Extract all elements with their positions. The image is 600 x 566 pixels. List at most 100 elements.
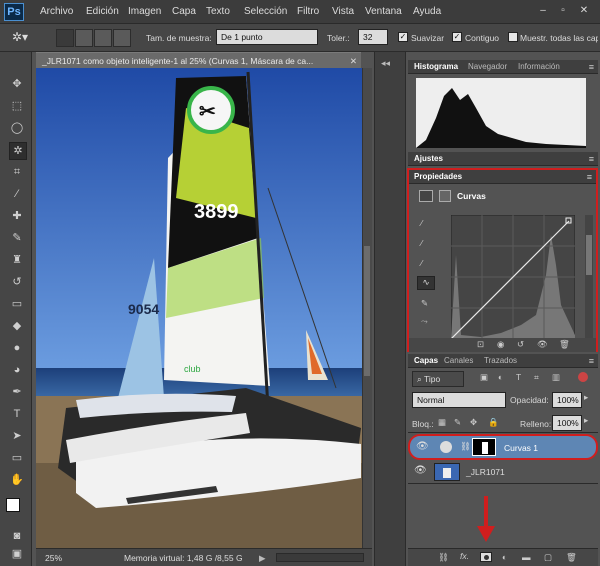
path-select-icon[interactable]: ➤ [9,428,25,444]
lock-paint-icon[interactable]: ✎ [454,417,461,428]
intersect-selection-icon[interactable] [113,29,131,47]
tab-paths[interactable]: Trazados [484,356,517,365]
filter-toggle-icon[interactable] [578,372,588,382]
opacity-dropdown-icon[interactable]: ▸ [584,392,588,403]
new-layer-icon[interactable]: ▢ [544,552,552,563]
menu-filtro[interactable]: Filtro [297,6,319,17]
trash-icon[interactable]: 🗑 [566,552,577,563]
pen-tool-icon[interactable]: ✒ [9,384,25,400]
tab-channels[interactable]: Canales [444,356,473,365]
filter-adjustment-icon[interactable]: ◐ [498,372,503,382]
fill-dropdown-icon[interactable]: ▸ [584,415,588,426]
eye-icon[interactable]: 👁 [414,465,427,476]
filter-shape-icon[interactable]: ⌗ [534,372,539,383]
clip-icon[interactable]: ⊡ [477,339,484,350]
sample-size-select[interactable]: De 1 punto [216,29,318,45]
history-brush-icon[interactable]: ↺ [9,274,25,290]
layer-row-curves[interactable]: 👁 ⛓ Curvas 1 [408,434,598,460]
tab-info[interactable]: Información [518,62,560,71]
eyedropper-tool-icon[interactable]: ⁄ [9,186,25,202]
reset-icon[interactable]: ↺ [517,339,524,350]
layer-row-background[interactable]: 👁 _JLR1071 [408,460,598,484]
fx-icon[interactable]: fx. [460,551,469,561]
link-icon[interactable]: ⛓ [460,441,471,452]
eraser-tool-icon[interactable]: ▭ [9,296,25,312]
panel-menu-icon[interactable]: ≡ [589,62,594,72]
new-adjustment-icon[interactable]: ◐ [502,552,507,562]
brush-tool-icon[interactable]: ✎ [9,230,25,246]
curves-graph[interactable] [451,215,575,339]
filter-type-icon[interactable]: T [516,372,521,382]
panel-menu-icon[interactable]: ≡ [589,154,594,164]
type-tool-icon[interactable]: T [9,406,25,422]
eye-icon[interactable]: 👁 [416,441,429,452]
vertical-scroll-thumb[interactable] [364,246,370,376]
lock-position-icon[interactable]: ✥ [470,417,477,428]
document-canvas[interactable]: 9054 ✂ 3899 club [36,68,362,548]
eyedropper-white-icon[interactable]: ⁄ [421,258,422,268]
layer-thumbnail[interactable] [434,463,460,481]
antialias-checkbox[interactable]: ✓ [398,32,408,42]
healing-brush-icon[interactable]: ✚ [9,208,25,224]
filter-smart-icon[interactable]: ▥ [552,372,560,383]
new-group-icon[interactable]: ▬ [522,552,531,562]
panel-menu-icon[interactable]: ≡ [587,172,592,182]
document-tab[interactable]: _JLR1071 como objeto inteligente-1 al 25… [36,52,361,68]
screen-mode-icon[interactable]: ▣ [9,546,25,562]
contiguous-checkbox[interactable]: ✓ [452,32,462,42]
tab-histogram[interactable]: Histograma [414,62,458,71]
eyedropper-black-icon[interactable]: ⁄ [421,218,422,228]
opacity-input[interactable]: 100% [552,392,582,408]
lock-all-icon[interactable]: 🔒 [488,417,499,428]
hand-tool-icon[interactable]: ✋ [9,472,25,488]
new-selection-icon[interactable] [56,29,74,47]
magic-wand-tool-icon[interactable]: ✲ [9,142,27,160]
clone-stamp-icon[interactable]: ♜ [9,252,25,268]
foreground-color-swatch[interactable] [6,498,20,512]
lasso-tool-icon[interactable]: ◯ [9,120,25,136]
tab-navigator[interactable]: Navegador [468,62,507,71]
minimize-icon[interactable]: – [536,4,550,18]
add-selection-icon[interactable] [75,29,93,47]
close-icon[interactable]: ✕ [577,4,591,18]
curve-point-tool-icon[interactable]: ∿ [417,276,435,290]
shape-tool-icon[interactable]: ▭ [9,450,25,466]
crop-tool-icon[interactable]: ⌗ [9,164,25,180]
filter-kind-select[interactable]: ⌕ Tipo [412,371,464,387]
menu-vista[interactable]: Vista [332,6,354,17]
properties-scrollbar[interactable] [585,215,593,339]
zoom-level[interactable]: 25% [45,553,62,563]
menu-ventana[interactable]: Ventana [365,6,402,17]
view-previous-icon[interactable]: ◉ [497,339,504,350]
fill-input[interactable]: 100% [552,415,582,431]
close-document-icon[interactable]: ✕ [350,53,357,68]
layer-mask-thumbnail[interactable] [472,438,496,456]
collapse-arrows-icon[interactable]: ◂◂ [381,58,390,69]
move-tool-icon[interactable]: ✥ [9,76,25,92]
tolerance-input[interactable]: 32 [358,29,388,45]
menu-capa[interactable]: Capa [172,6,196,17]
tab-layers[interactable]: Capas [414,356,438,365]
magic-wand-icon[interactable]: ✲▾ [12,29,34,45]
blend-mode-select[interactable]: Normal [412,392,506,408]
add-mask-icon[interactable] [480,552,492,562]
subtract-selection-icon[interactable] [94,29,112,47]
status-arrow-icon[interactable]: ▶ [259,553,266,564]
restore-icon[interactable]: ▫ [556,4,570,18]
blur-tool-icon[interactable]: ● [9,340,25,356]
pencil-tool-icon[interactable]: ✎ [421,298,428,309]
filter-pixel-icon[interactable]: ▣ [480,372,488,383]
visibility-icon[interactable]: 👁 [537,339,548,350]
eyedropper-gray-icon[interactable]: ⁄ [421,238,422,248]
sample-all-checkbox[interactable] [508,32,518,42]
menu-edicion[interactable]: Edición [86,6,119,17]
lock-transparent-icon[interactable]: ▦ [438,417,446,428]
menu-texto[interactable]: Texto [206,6,230,17]
link-layers-icon[interactable]: ⛓ [438,552,449,563]
marquee-tool-icon[interactable]: ⬚ [9,98,25,114]
panel-menu-icon[interactable]: ≡ [589,356,594,366]
menu-archivo[interactable]: Archivo [40,6,73,17]
menu-seleccion[interactable]: Selección [244,6,287,17]
mask-icon[interactable] [439,190,451,202]
smooth-curve-icon[interactable]: ⤳ [421,316,428,327]
